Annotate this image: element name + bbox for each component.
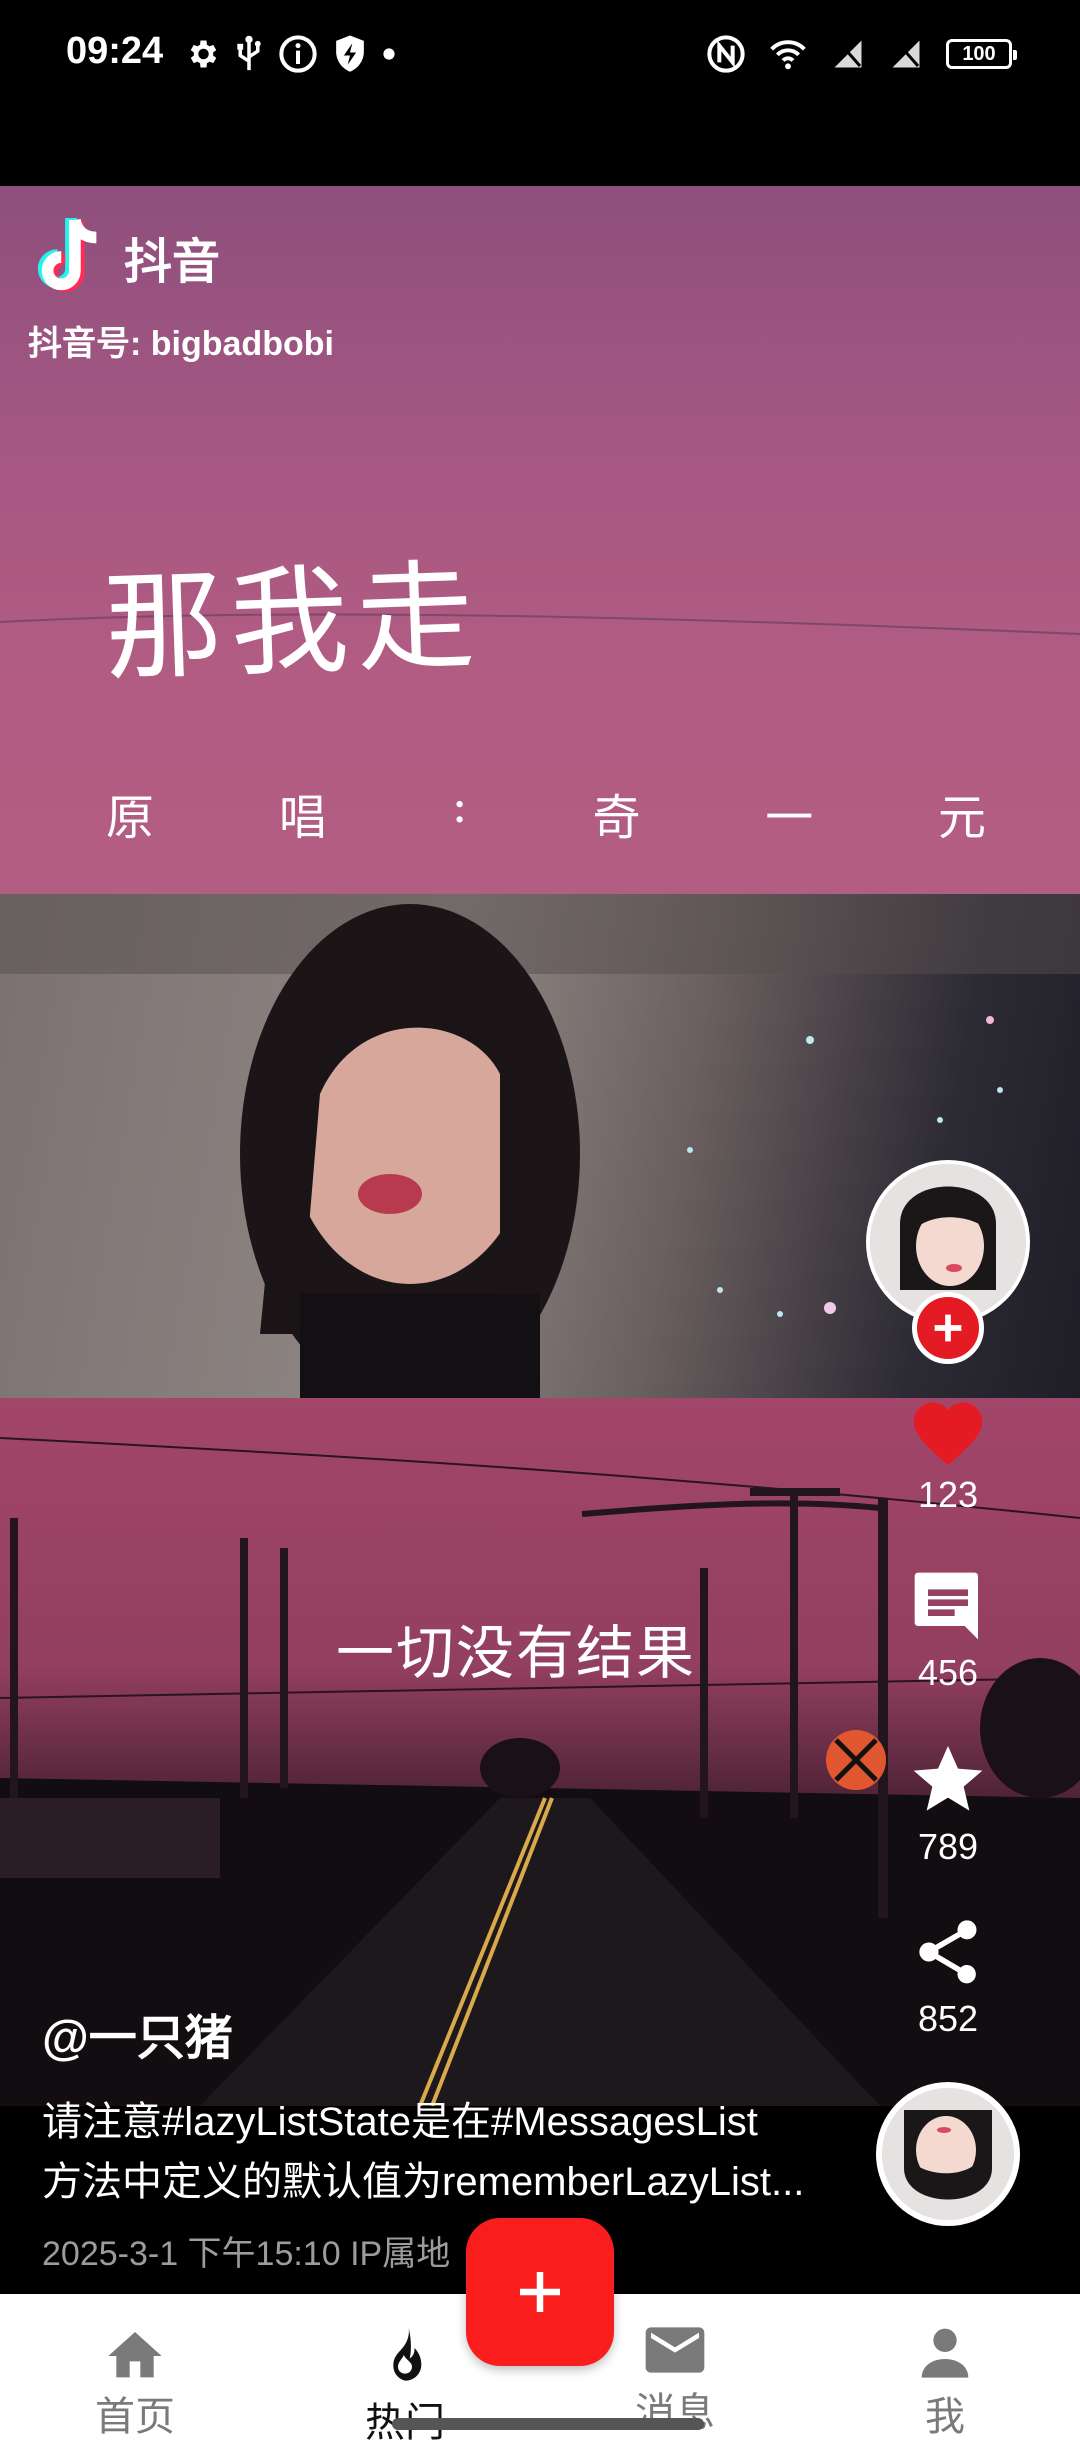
favorite-count: 789 — [917, 1826, 979, 1867]
douyin-id: 抖音号: bigbadbobi — [28, 325, 334, 363]
singer-char: 一 — [765, 790, 814, 846]
music-disc-illustration — [882, 2088, 1014, 2220]
status-bar: 09:24 100 — [0, 0, 1080, 110]
like-button[interactable]: 123 — [890, 1392, 1006, 1516]
mail-icon — [645, 2327, 705, 2373]
douyin-app-name: 抖音 — [124, 236, 221, 289]
share-icon — [919, 1920, 977, 1984]
description-line-1: 请注意#lazyListState是在#MessagesList — [42, 2100, 758, 2144]
singer-line: 原 唱 : 奇 一 元 — [106, 778, 986, 848]
heart-icon — [913, 1402, 983, 1466]
shield-bolt-icon — [336, 35, 364, 72]
lyric-text: 一切没有结果 — [336, 1619, 697, 1687]
comment-icon — [914, 1572, 978, 1640]
create-post-button[interactable] — [466, 2218, 614, 2366]
singer-char: 唱 — [278, 790, 327, 846]
music-disc[interactable] — [876, 2082, 1020, 2226]
singer-char: 奇 — [592, 790, 641, 846]
share-button[interactable]: 852 — [890, 1912, 1006, 2040]
battery-icon: 100 — [946, 39, 1017, 69]
like-count: 123 — [917, 1474, 979, 1515]
nav-item-home[interactable]: 首页 — [55, 2324, 215, 2442]
douyin-logo-icon — [37, 218, 97, 293]
comment-button[interactable]: 456 — [890, 1566, 1006, 1694]
dot-icon — [383, 48, 395, 60]
no-sim-icon — [892, 40, 920, 68]
home-indicator[interactable] — [392, 2418, 704, 2430]
flame-icon — [393, 2327, 422, 2381]
author-name[interactable]: @一只猪 — [42, 1998, 233, 2068]
description-line-2: 方法中定义的默认值为rememberLazyList... — [42, 2160, 805, 2204]
gear-icon — [190, 40, 217, 68]
comment-count: 456 — [917, 1652, 979, 1693]
singer-char: : — [451, 778, 468, 834]
wifi-icon — [770, 40, 806, 70]
follow-button[interactable] — [912, 1292, 984, 1364]
singer-char: 元 — [937, 790, 986, 846]
no-sim-icon — [834, 40, 862, 68]
video-segment-sky: 抖音 抖音号: bigbadbobi 那我走 原 唱 : 奇 一 元 — [0, 186, 1080, 894]
info-icon — [279, 35, 317, 73]
status-time: 09:24 — [66, 30, 164, 72]
share-count: 852 — [917, 1998, 979, 2039]
status-right-icons: 100 — [706, 34, 1017, 74]
singer-char: 原 — [106, 790, 155, 846]
plus-icon — [520, 2272, 560, 2312]
home-icon — [108, 2332, 162, 2378]
post-meta: 2025-3-1 下午15:10 IP属地 — [42, 2235, 451, 2273]
star-icon — [913, 1746, 983, 1811]
screen: 09:24 100 抖音 抖音号: bigbadbobi 那我走 原 唱: 奇… — [0, 0, 1080, 2460]
post-description[interactable]: 请注意#lazyListState是在#MessagesList 方法中定义的默… — [42, 2092, 842, 2212]
song-title: 那我走 — [102, 546, 485, 698]
douyin-watermark: 抖音 — [32, 214, 220, 300]
status-left-icons — [184, 34, 396, 74]
usb-icon — [237, 35, 261, 71]
nav-label-home: 首页 — [95, 2395, 175, 2439]
nav-label-profile: 我 — [925, 2395, 965, 2439]
nfc-icon — [707, 35, 745, 73]
person-icon — [921, 2328, 969, 2378]
plus-icon — [934, 1314, 962, 1342]
nav-item-profile[interactable]: 我 — [865, 2324, 1025, 2442]
favorite-button[interactable]: 789 — [890, 1740, 1006, 1868]
